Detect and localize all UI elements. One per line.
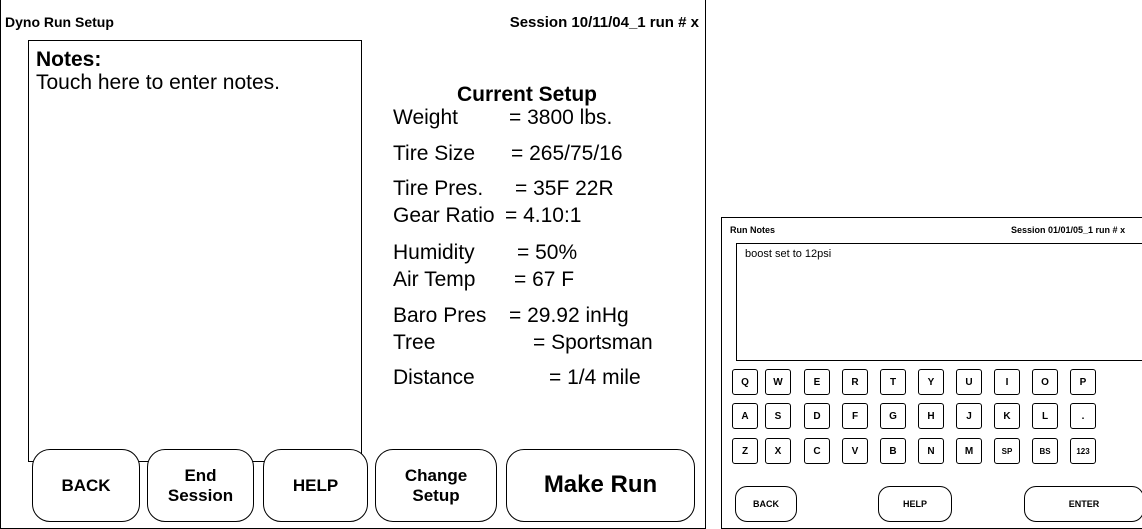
key-c[interactable]: C — [804, 438, 830, 464]
notes-help-button-label: HELP — [902, 499, 927, 509]
setup-value-humidity: = 50% — [517, 241, 578, 264]
setup-value-weight: = 3800 lbs. — [509, 106, 613, 129]
screen-title: Dyno Run Setup — [5, 14, 114, 30]
setup-label-baro-pressure: Baro Pres — [393, 304, 487, 327]
key-b[interactable]: B — [880, 438, 906, 464]
help-button-label: HELP — [292, 475, 339, 495]
setup-value-air-temp: = 67 F — [514, 268, 575, 291]
key-l[interactable]: L — [1032, 403, 1058, 429]
back-button-label: BACK — [61, 475, 111, 495]
key-s[interactable]: S — [765, 403, 791, 429]
make-run-button-label: Make Run — [543, 471, 658, 499]
key-123[interactable]: 123 — [1070, 438, 1096, 464]
key-f[interactable]: F — [842, 403, 868, 429]
setup-label-distance: Distance — [393, 366, 475, 389]
session-info: Session 10/11/04_1 run # x — [509, 14, 699, 31]
setup-label-weight: Weight — [393, 106, 458, 129]
end-session-button[interactable]: End Session — [147, 449, 254, 522]
run-notes-panel: Run Notes Session 01/01/05_1 run # x boo… — [721, 217, 1142, 529]
key-z[interactable]: Z — [732, 438, 758, 464]
setup-value-tire-size: = 265/75/16 — [511, 142, 623, 165]
setup-label-tire-size: Tire Size — [393, 142, 476, 165]
setup-value-tire-pressure: = 35F 22R — [515, 177, 614, 200]
key-q[interactable]: Q — [732, 369, 758, 395]
key-i[interactable]: I — [994, 369, 1020, 395]
end-session-label-line1: End — [184, 466, 217, 486]
setup-value-tree: = Sportsman — [533, 331, 653, 354]
key-e[interactable]: E — [804, 369, 830, 395]
change-setup-button[interactable]: Change Setup — [375, 449, 497, 522]
run-notes-title: Run Notes — [730, 225, 775, 235]
setup-label-tree: Tree — [393, 331, 436, 354]
make-run-button[interactable]: Make Run — [506, 449, 695, 522]
key-j[interactable]: J — [956, 403, 982, 429]
end-session-label-line2: Session — [167, 485, 234, 505]
key-backspace[interactable]: BS — [1032, 438, 1058, 464]
change-setup-label-line2: Setup — [412, 485, 460, 505]
key-a[interactable]: A — [732, 403, 758, 429]
setup-label-gear-ratio: Gear Ratio — [393, 204, 495, 227]
setup-value-baro-pressure: = 29.92 inHg — [509, 304, 629, 327]
key-p[interactable]: P — [1070, 369, 1096, 395]
key-x[interactable]: X — [765, 438, 791, 464]
key-k[interactable]: K — [994, 403, 1020, 429]
key-u[interactable]: U — [956, 369, 982, 395]
key-m[interactable]: M — [956, 438, 982, 464]
notes-text-field[interactable]: boost set to 12psi — [736, 243, 1142, 361]
key-v[interactable]: V — [842, 438, 868, 464]
notes-back-button-label: BACK — [753, 499, 779, 509]
notes-back-button[interactable]: BACK — [735, 486, 797, 522]
key-w[interactable]: W — [765, 369, 791, 395]
notes-heading: Notes: — [36, 48, 102, 71]
setup-label-air-temp: Air Temp — [393, 268, 476, 291]
key-o[interactable]: O — [1032, 369, 1058, 395]
key-y[interactable]: Y — [918, 369, 944, 395]
key-r[interactable]: R — [842, 369, 868, 395]
notes-prompt: Touch here to enter notes. — [36, 71, 280, 94]
setup-label-tire-pressure: Tire Pres. — [393, 177, 484, 200]
key-n[interactable]: N — [918, 438, 944, 464]
key-d[interactable]: D — [804, 403, 830, 429]
notes-enter-button[interactable]: ENTER — [1024, 486, 1142, 522]
setup-label-humidity: Humidity — [393, 241, 475, 264]
key-space[interactable]: SP — [994, 438, 1020, 464]
change-setup-label-line1: Change — [404, 466, 468, 486]
key-h[interactable]: H — [918, 403, 944, 429]
key-g[interactable]: G — [880, 403, 906, 429]
key-period[interactable]: . — [1070, 403, 1096, 429]
notes-help-button[interactable]: HELP — [878, 486, 952, 522]
notes-enter-button-label: ENTER — [1068, 499, 1100, 509]
setup-value-distance: = 1/4 mile — [549, 366, 641, 389]
run-notes-session: Session 01/01/05_1 run # x — [1011, 225, 1126, 235]
current-setup-title: Current Setup — [457, 83, 598, 106]
notes-area[interactable]: Notes: Touch here to enter notes. — [28, 40, 362, 462]
dyno-run-setup-screen: Dyno Run Setup Session 10/11/04_1 run # … — [0, 0, 706, 529]
setup-value-gear-ratio: = 4.10:1 — [505, 204, 582, 227]
help-button[interactable]: HELP — [263, 449, 368, 522]
key-t[interactable]: T — [880, 369, 906, 395]
back-button[interactable]: BACK — [32, 449, 140, 522]
